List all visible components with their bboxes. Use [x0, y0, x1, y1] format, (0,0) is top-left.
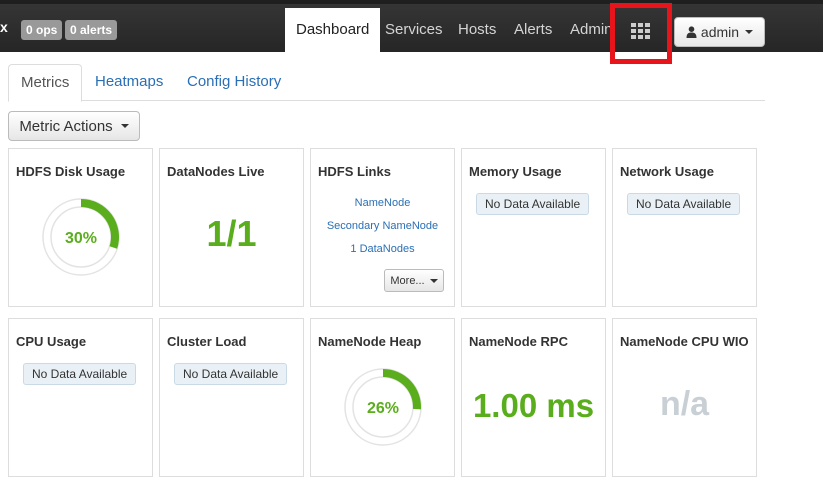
hdfs-disk-percent: 30% [65, 230, 97, 247]
datanodes-live-value: 1/1 [206, 213, 257, 254]
widget-namenode-rpc[interactable]: NameNode RPC 1.00 ms [461, 318, 606, 477]
link-datanodes[interactable]: 1 DataNodes [311, 243, 454, 266]
nav-alerts[interactable]: Alerts [503, 8, 563, 52]
tab-config-history[interactable]: Config History [175, 64, 293, 101]
no-data-label: No Data Available [23, 363, 137, 385]
more-label: More... [390, 274, 425, 287]
chevron-down-icon [745, 30, 754, 34]
alerts-badge[interactable]: 0 alerts [65, 20, 118, 40]
dashboard-tabs: Metrics Heatmaps Config History [8, 64, 765, 102]
namenode-heap-percent: 26% [367, 400, 399, 417]
chevron-down-icon [429, 278, 438, 283]
widget-title: Memory Usage [469, 164, 562, 179]
top-navbar: x 0 ops 0 alerts Dashboard Services Host… [0, 0, 823, 52]
brand-logo[interactable]: x [0, 19, 8, 35]
widget-title: Network Usage [620, 164, 714, 179]
tab-metrics[interactable]: Metrics [8, 64, 83, 102]
widget-cpu-usage[interactable]: CPU Usage No Data Available [8, 318, 153, 477]
widget-title: NameNode CPU WIO [620, 334, 749, 349]
widget-namenode-cpu-wio[interactable]: NameNode CPU WIO n/a [612, 318, 757, 477]
widget-memory-usage[interactable]: Memory Usage No Data Available [461, 148, 606, 307]
widget-cluster-load[interactable]: Cluster Load No Data Available [159, 318, 304, 477]
ops-badge[interactable]: 0 ops [21, 20, 63, 40]
widget-hdfs-disk-usage[interactable]: HDFS Disk Usage 30% [8, 148, 153, 307]
widget-hdfs-links[interactable]: HDFS Links NameNode Secondary NameNode 1… [310, 148, 455, 307]
user-menu-button[interactable]: admin [674, 17, 765, 47]
widget-datanodes-live[interactable]: DataNodes Live 1/1 [159, 148, 304, 307]
namenode-cpu-wio-value: n/a [659, 385, 710, 423]
link-namenode[interactable]: NameNode [311, 197, 454, 220]
no-data-label: No Data Available [174, 363, 288, 385]
no-data-label: No Data Available [627, 193, 741, 215]
widget-title: CPU Usage [16, 334, 87, 349]
link-secondary-namenode[interactable]: Secondary NameNode [311, 220, 454, 243]
tab-heatmaps[interactable]: Heatmaps [83, 64, 175, 101]
nav-services[interactable]: Services [374, 8, 454, 52]
widget-namenode-heap[interactable]: NameNode Heap 26% [310, 318, 455, 477]
chevron-down-icon [120, 124, 129, 128]
widget-title: HDFS Links [318, 164, 391, 179]
widget-title: Cluster Load [167, 334, 247, 349]
metric-actions-label: Metric Actions [19, 117, 113, 135]
namenode-rpc-value: 1.00 ms [472, 387, 595, 424]
nav-hosts[interactable]: Hosts [447, 8, 507, 52]
widget-title: DataNodes Live [167, 164, 265, 179]
widget-network-usage[interactable]: Network Usage No Data Available [612, 148, 757, 307]
nav-dashboard[interactable]: Dashboard [285, 8, 381, 52]
more-links-button[interactable]: More... [384, 269, 444, 292]
user-menu-label: admin [700, 24, 740, 40]
user-icon [686, 26, 697, 38]
namenode-heap-donut: 26% [344, 368, 422, 446]
widget-title: NameNode RPC [469, 334, 568, 349]
highlight-box [610, 3, 672, 64]
hdfs-disk-donut: 30% [42, 198, 120, 276]
no-data-label: No Data Available [476, 193, 590, 215]
metric-actions-button[interactable]: Metric Actions [8, 111, 140, 141]
